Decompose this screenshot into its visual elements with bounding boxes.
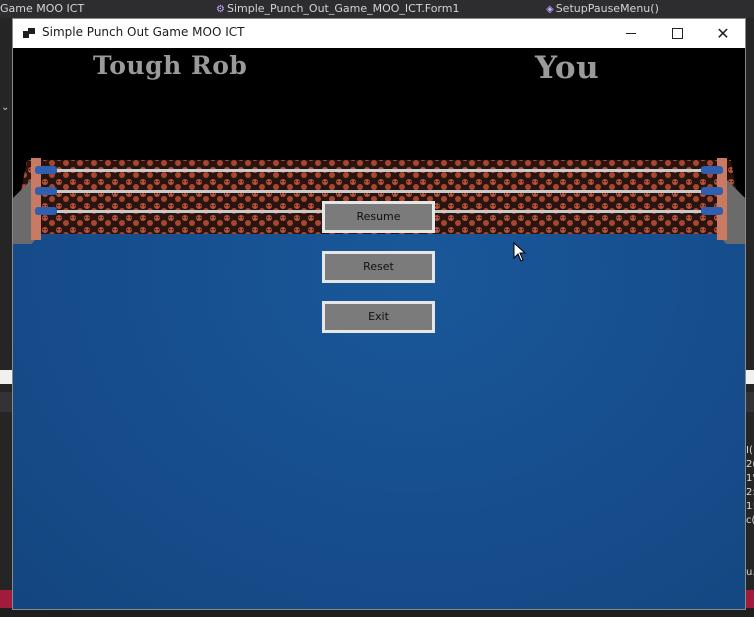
ide-bar xyxy=(746,370,754,384)
game-canvas[interactable]: Tough Rob You Resume Reset Exit xyxy=(13,48,745,609)
ring-floor xyxy=(13,234,745,609)
player-name-label: You xyxy=(535,50,600,86)
turnbuckle xyxy=(35,187,57,195)
ide-tab-method[interactable]: ◈ SetupPauseMenu() xyxy=(546,0,754,18)
minimize-icon xyxy=(626,33,636,34)
class-icon: ⚙ xyxy=(216,4,225,15)
method-icon: ◈ xyxy=(546,4,554,15)
ide-tab-project-label: Game MOO ICT xyxy=(0,2,85,15)
mouse-cursor-icon xyxy=(513,242,526,262)
ide-bar xyxy=(0,370,12,384)
ide-tab-project[interactable]: Game MOO ICT ▼ xyxy=(0,0,208,18)
enemy-name-label: Tough Rob xyxy=(93,51,248,80)
resume-button[interactable]: Resume xyxy=(322,201,435,233)
game-window: Simple Punch Out Game MOO ICT ✕ Tough Ro… xyxy=(12,18,746,610)
ide-tab-form-label: Simple_Punch_Out_Game_MOO_ICT.Form1 xyxy=(226,2,460,15)
window-title: Simple Punch Out Game MOO ICT xyxy=(42,25,245,39)
turnbuckle xyxy=(701,187,723,195)
turnbuckle xyxy=(701,207,723,215)
close-icon: ✕ xyxy=(716,23,730,43)
ide-taskbar-line xyxy=(210,613,754,617)
maximize-icon xyxy=(671,28,683,39)
ide-right-text: u. xyxy=(746,567,754,578)
minimize-button[interactable] xyxy=(608,19,654,48)
ide-bar xyxy=(746,392,754,412)
ide-right-text: I( xyxy=(746,445,753,456)
ide-right-panel: I( 2( 1' 2: 1! c( u. xyxy=(746,18,754,617)
turnbuckle xyxy=(35,166,57,174)
ide-right-text: 2( xyxy=(746,459,754,470)
ide-tab-form[interactable]: ⚙Simple_Punch_Out_Game_MOO_ICT.Form1 ▼ xyxy=(216,0,538,18)
maximize-button[interactable] xyxy=(654,19,700,48)
ide-right-text: c( xyxy=(746,515,754,526)
ide-right-text: 2: xyxy=(746,487,754,498)
turnbuckle xyxy=(35,207,57,215)
ide-bar xyxy=(0,392,12,412)
ide-left-panel: ⌄ Nã xyxy=(0,18,14,617)
ide-tab-method-label: SetupPauseMenu() xyxy=(555,2,659,15)
chevron-down-icon[interactable]: ⌄ xyxy=(1,102,9,113)
reset-button[interactable]: Reset xyxy=(322,251,435,283)
app-icon xyxy=(23,28,35,38)
rope-middle xyxy=(35,190,723,193)
ide-right-text: 1! xyxy=(746,501,754,512)
exit-button[interactable]: Exit xyxy=(322,301,435,333)
ide-tab-strip: Game MOO ICT ▼ ⚙Simple_Punch_Out_Game_MO… xyxy=(0,0,754,18)
turnbuckle xyxy=(701,166,723,174)
ide-right-text: 1' xyxy=(746,473,754,484)
rope-top xyxy=(35,169,723,172)
title-bar[interactable]: Simple Punch Out Game MOO ICT ✕ xyxy=(13,19,745,48)
close-button[interactable]: ✕ xyxy=(700,19,746,48)
